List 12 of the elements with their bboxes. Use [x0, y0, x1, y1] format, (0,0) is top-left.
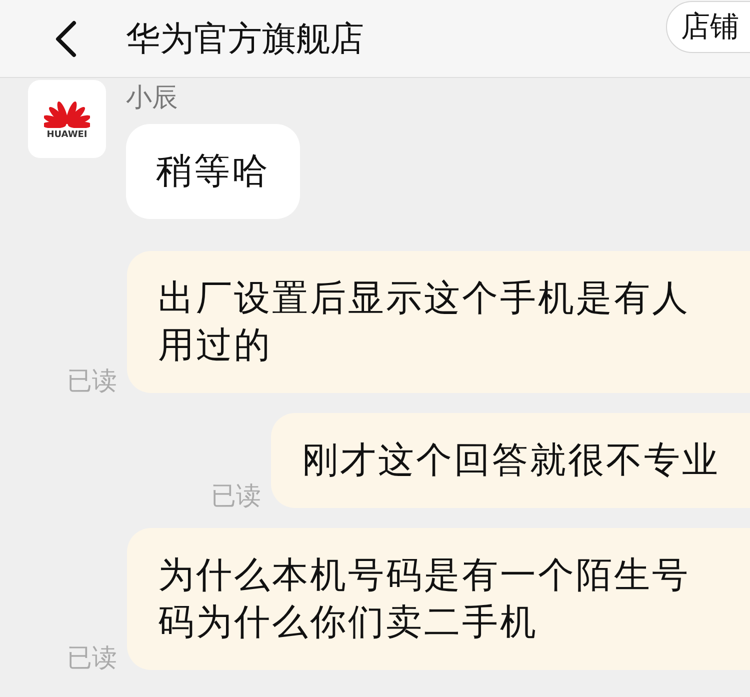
read-status: 已读: [67, 642, 117, 674]
shop-button[interactable]: 店铺: [666, 1, 750, 53]
logo-text: HUAWEI: [46, 130, 88, 140]
sender-name: 小辰: [126, 82, 178, 115]
read-status: 已读: [211, 480, 261, 512]
message-bubble: 稍等哈: [126, 124, 300, 219]
store-avatar[interactable]: HUAWEI: [28, 80, 106, 158]
store-title: 华为官方旗舰店: [126, 18, 364, 60]
message-bubble: 刚才这个回答就很不专业: [271, 413, 750, 508]
read-status: 已读: [67, 365, 117, 397]
message-bubble: 出厂设置后显示这个手机是有人用过的: [127, 251, 750, 393]
message-bubble: 为什么本机号码是有一个陌生号码为什么你们卖二手机: [127, 528, 750, 670]
